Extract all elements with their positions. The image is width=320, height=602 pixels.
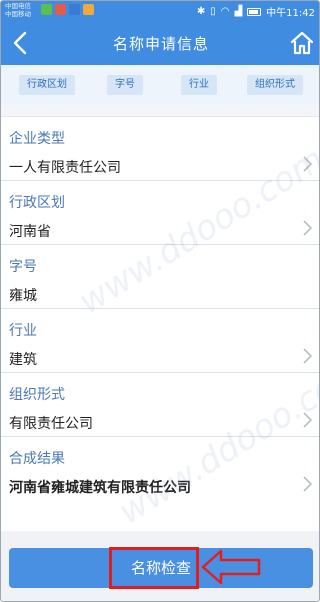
- row-label: 字号: [9, 259, 37, 275]
- row-value: 一人有限责任公司: [9, 160, 121, 176]
- carrier-2: 中国移动: [5, 10, 31, 18]
- highlight-box: [109, 547, 199, 589]
- chevron-right-icon: [303, 156, 313, 172]
- row-value: 有限责任公司: [9, 416, 93, 432]
- name-form: 企业类型 一人有限责任公司 行政区划 河南省 字号 雍城 行业 建筑 组织形式 …: [1, 117, 319, 501]
- row-district[interactable]: 行政区划 河南省: [1, 181, 319, 245]
- chevron-right-icon: [303, 348, 313, 364]
- row-label: 合成结果: [9, 451, 65, 467]
- row-result[interactable]: 合成结果 河南省雍城建筑有限责任公司: [1, 437, 319, 501]
- row-org-form[interactable]: 组织形式 有限责任公司: [1, 373, 319, 437]
- row-industry[interactable]: 行业 建筑: [1, 309, 319, 373]
- system-icons: ✱ ▯ ◠ ▟ 中午11:42: [197, 4, 315, 19]
- chevron-right-icon: [303, 476, 313, 492]
- bluetooth-icon: ✱: [196, 6, 206, 17]
- carrier-info: 中国电信 中国移动: [5, 2, 31, 18]
- app-window: 中国电信 中国移动 ✱ ▯ ◠ ▟ 中午11:42 名称申请信息 行政区划 字号…: [0, 0, 320, 602]
- chevron-right-icon: [303, 412, 313, 428]
- notification-app-icon: [69, 4, 80, 15]
- home-icon[interactable]: [289, 30, 315, 56]
- chip-name[interactable]: 字号: [107, 75, 143, 95]
- row-trade-name[interactable]: 字号 雍城: [1, 245, 319, 309]
- clock: 中午11:42: [266, 8, 315, 19]
- chip-industry[interactable]: 行业: [181, 75, 217, 95]
- status-bar: 中国电信 中国移动 ✱ ▯ ◠ ▟ 中午11:42: [1, 1, 319, 21]
- arrow-left-icon: [201, 549, 261, 585]
- chip-district[interactable]: 行政区划: [19, 75, 75, 95]
- notification-app-icon: [83, 4, 94, 15]
- row-value: 河南省: [9, 224, 51, 240]
- notification-icons: [41, 4, 94, 15]
- notification-app-icon: [55, 4, 66, 15]
- row-value: 雍城: [9, 288, 37, 304]
- divider: [1, 105, 319, 117]
- chevron-right-icon: [303, 220, 313, 236]
- row-label: 行政区划: [9, 195, 65, 211]
- wifi-icon: ◠: [220, 6, 230, 17]
- page-title: 名称申请信息: [112, 35, 209, 53]
- battery-icon: [247, 7, 262, 16]
- chip-org-form[interactable]: 组织形式: [247, 75, 303, 95]
- row-value: 建筑: [9, 352, 37, 368]
- carrier-1: 中国电信: [5, 2, 31, 10]
- notification-app-icon: [41, 4, 52, 15]
- row-label: 行业: [9, 323, 37, 339]
- signal-icon: ▟: [234, 6, 243, 17]
- row-label: 企业类型: [9, 131, 65, 147]
- nav-bar: 名称申请信息: [1, 21, 319, 65]
- vibrate-icon: ▯: [210, 6, 216, 17]
- row-value: 河南省雍城建筑有限责任公司: [9, 480, 191, 496]
- field-chips: 行政区划 字号 行业 组织形式: [1, 65, 319, 105]
- row-label: 组织形式: [9, 387, 65, 403]
- row-enterprise-type[interactable]: 企业类型 一人有限责任公司: [1, 117, 319, 181]
